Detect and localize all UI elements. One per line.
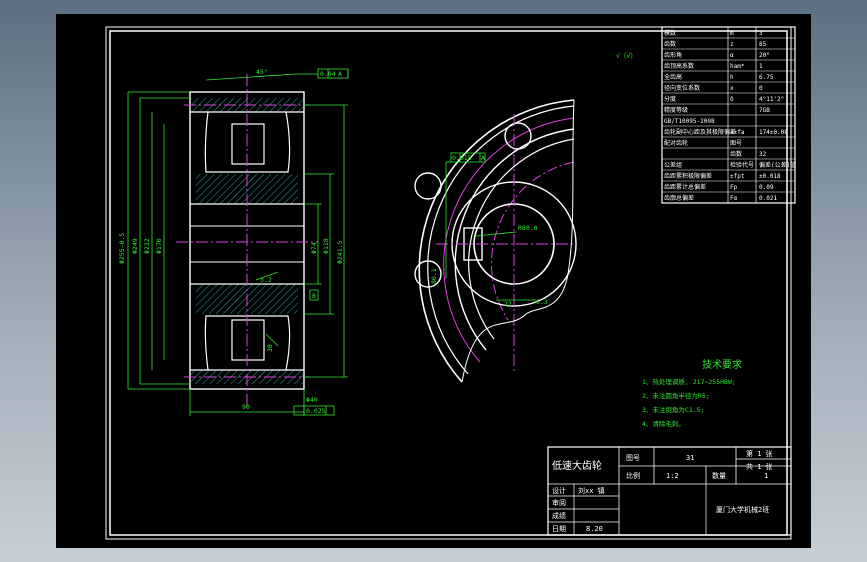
cad-canvas: Φ255-0.5 Φ249 Φ232 Φ170 Φ74 Φ118 Φ241.5 … xyxy=(105,26,796,540)
tol-front-1: 0.015 xyxy=(452,154,472,162)
role-review: 审阅 xyxy=(552,498,566,507)
surf-finish: 3.2 xyxy=(260,276,272,284)
tol-runout-1: 0.04 xyxy=(320,70,336,78)
param-cell: x xyxy=(730,85,734,92)
qty-value: 1 xyxy=(764,472,768,480)
param-cell: 齿轮副中心距及其极限偏差 xyxy=(664,128,736,136)
param-cell: 模数 xyxy=(664,29,676,37)
param-cell: 85 xyxy=(759,41,767,48)
dim-r-note: R80.0 xyxy=(518,224,538,232)
param-cell: 174±0.08 xyxy=(759,129,788,136)
surf-finish-2: 6.3 xyxy=(536,298,548,306)
param-cell: a±fa xyxy=(730,129,745,136)
param-cell: 齿距累计总偏差 xyxy=(664,183,706,191)
dim-hub-dia: Φ170 xyxy=(155,238,163,254)
param-cell: h xyxy=(730,74,734,81)
dim-bore-dia: Φ74 xyxy=(310,242,318,254)
dim-web: 30 xyxy=(266,344,274,352)
scale-label: 比例 xyxy=(626,471,640,480)
param-cell: Fα xyxy=(730,195,738,202)
roughness-corner: √（√） xyxy=(616,52,637,60)
param-cell: 20° xyxy=(759,52,770,59)
role-design: 设计 xyxy=(552,486,566,495)
param-cell: 3 xyxy=(759,30,763,37)
tech-title: 技术要求 xyxy=(702,358,742,371)
drawing-no: 31 xyxy=(686,454,694,462)
dim-hub2-dia: Φ118 xyxy=(322,238,330,254)
tech-item-2: 2、未注圆角半径为R5; xyxy=(642,391,710,400)
param-cell: α xyxy=(730,52,734,59)
role-grade: 成绩 xyxy=(552,511,566,520)
dim-width: 90 xyxy=(242,403,250,411)
scale-value: 1:2 xyxy=(666,472,679,480)
param-cell: 检验代号 xyxy=(730,161,754,169)
param-cell: 6.75 xyxy=(759,74,774,81)
param-cell: ±fpt xyxy=(730,173,745,180)
ref-a: A xyxy=(338,70,342,78)
param-cell: 0 xyxy=(759,85,763,92)
qty-label: 数量 xyxy=(712,471,726,480)
drawing-viewport[interactable]: Φ255-0.5 Φ249 Φ232 Φ170 Φ74 Φ118 Φ241.5 … xyxy=(56,14,811,548)
param-cell: 径向变位系数 xyxy=(664,84,700,92)
sheet-total: 共 1 张 xyxy=(746,462,773,471)
role-design-person: 刘xx 镇 xyxy=(578,486,605,495)
param-cell: 图号 xyxy=(730,140,742,147)
param-cell: GB/T10095-2008 xyxy=(664,118,715,125)
param-cell: 1 xyxy=(759,63,763,70)
param-cell: 公差组 xyxy=(664,161,682,169)
param-cell: 偏差(公差)值 xyxy=(759,161,796,169)
param-cell: 分度 xyxy=(664,95,676,103)
param-cell: 齿数 xyxy=(730,150,742,158)
param-cell: 齿数 xyxy=(664,40,676,48)
dim-chamfer: 45° xyxy=(256,68,268,76)
param-cell: Fp xyxy=(730,184,738,191)
param-cell: m xyxy=(730,30,734,37)
param-cell: 配对齿轮 xyxy=(664,139,688,147)
param-cell: 齿距累积极限偏差 xyxy=(664,172,712,180)
param-cell: δ xyxy=(730,96,734,103)
param-cell: 0.09 xyxy=(759,184,774,191)
gear-front-view xyxy=(414,99,577,383)
param-cell: 齿廓总偏差 xyxy=(664,194,694,202)
role-date-value: 8.20 xyxy=(586,525,603,533)
tech-item-1: 1、热处理调质, 217~255HBW; xyxy=(642,377,736,386)
dim-pitch-dia: Φ241.5 xyxy=(336,240,344,264)
drawing-no-label: 图号 xyxy=(626,454,640,462)
dim-hole: Φ40 xyxy=(306,396,318,404)
dim-keyway-depth: 80.1 xyxy=(430,268,438,284)
param-cell: ±0.018 xyxy=(759,173,781,180)
sheet-no: 第 1 张 xyxy=(746,449,773,458)
dim-tip-dia: Φ255-0.5 xyxy=(118,233,126,264)
dim-web-dia: Φ232 xyxy=(143,238,151,254)
role-date: 日期 xyxy=(552,525,566,533)
param-cell: z xyxy=(730,41,734,48)
dim-keyway-width: 22 xyxy=(504,300,512,308)
school-name: 厦门大学机械2班 xyxy=(716,505,769,514)
tech-item-3: 3、未注倒角为C1.5; xyxy=(642,405,704,414)
param-cell: 0.021 xyxy=(759,195,777,202)
param-cell: ham* xyxy=(730,63,745,70)
param-cell: 4°11'2" xyxy=(759,96,784,103)
param-cell: 7GB xyxy=(759,107,770,114)
param-cell: 齿顶高系数 xyxy=(664,62,694,70)
param-cell: 齿形角 xyxy=(664,51,682,59)
drawing-name: 低速大齿轮 xyxy=(552,459,602,472)
tech-item-4: 4、清除毛刺。 xyxy=(642,419,685,428)
dim-root-dia: Φ249 xyxy=(131,238,139,254)
param-cell: 精度等级 xyxy=(664,106,688,114)
ref-a-front: A xyxy=(481,154,485,162)
param-cell: 全齿高 xyxy=(664,73,682,81)
tol-runout-2: 0.025 xyxy=(306,407,326,415)
ref-b: B xyxy=(312,292,316,300)
param-cell: 32 xyxy=(759,151,767,158)
